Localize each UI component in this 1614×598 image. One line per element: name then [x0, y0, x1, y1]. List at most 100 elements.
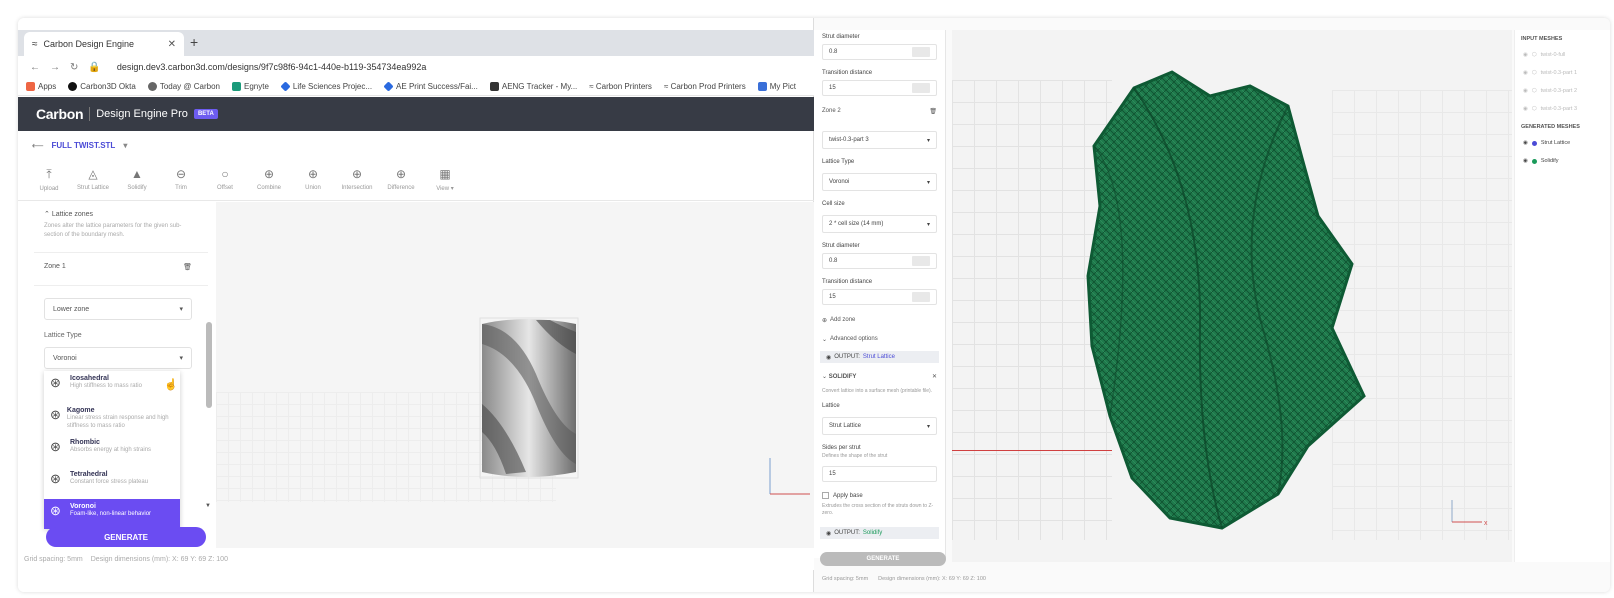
browser-tab[interactable]: ≈ Carbon Design Engine ✕ [24, 32, 184, 56]
tool-trim[interactable]: ⊖ Trim [160, 159, 202, 199]
back-icon[interactable]: ← [30, 62, 40, 73]
option-kagome[interactable]: ⊛ Kagome Linear stress strain response and… [44, 403, 180, 435]
lattice-settings-panel: ⌃ Lattice zones Zones alter the lattice … [28, 202, 214, 548]
trash-icon[interactable]: 🗑 [183, 263, 192, 271]
generated-mesh-solidify[interactable]: ◉ Solidify [1515, 152, 1610, 170]
apply-base-checkbox[interactable]: Apply base [814, 488, 945, 501]
tool-strut-lattice[interactable]: ◬ Strut Lattice [72, 159, 114, 199]
input-mesh-item[interactable]: ◉ ⬡ twist-0.3-part 3 [1515, 100, 1610, 118]
new-tab-button[interactable]: + [190, 34, 198, 50]
generated-meshes-header: GENERATED MESHES [1521, 124, 1580, 130]
mesh-icon: ⬡ [1531, 52, 1537, 58]
lattice-type-dropdown: ⊛ Icosahedral High stiffness to mass ratio… [44, 371, 180, 529]
design-dimensions: Design dimensions (mm): X: 69 Y: 69 Z: 1… [90, 555, 228, 563]
generated-mesh-strut-lattice[interactable]: ◉ Strut Lattice [1515, 134, 1610, 152]
chevron-down-icon[interactable]: ⌄ [822, 374, 829, 380]
tool-solidify[interactable]: ▲ Solidify [116, 159, 158, 199]
option-rhombic[interactable]: ⊛ Rhombic Absorbs energy at high strains [44, 435, 180, 467]
unit-toggle[interactable] [912, 83, 930, 93]
tool-union[interactable]: ⊕ Union [292, 159, 334, 199]
lattice-zones-header[interactable]: ⌃ Lattice zones [28, 202, 214, 220]
close-icon[interactable]: ✕ [932, 373, 937, 380]
output-solidify[interactable]: ◉ OUTPUT: Solidify [820, 527, 939, 539]
bookmark-egnyte[interactable]: Egnyte [231, 82, 269, 92]
input-mesh-item[interactable]: ◉ ⬡ twist-0-full [1515, 46, 1610, 64]
caret-down-icon: ▾ [926, 221, 930, 228]
zone-select[interactable]: Lower zone ▾ [44, 298, 192, 320]
status-bar: Grid spacing: 5mm Design dimensions (mm)… [18, 548, 814, 570]
bookmark-okta[interactable]: Carbon3D Okta [68, 82, 136, 92]
3d-viewport-zoomed[interactable]: x [952, 30, 1512, 562]
eye-icon[interactable]: ◉ [1523, 70, 1528, 76]
3d-viewport[interactable] [216, 202, 814, 548]
unit-toggle[interactable] [912, 292, 930, 302]
bookmarks-bar: Apps Carbon3D Okta Today @ Carbon Egnyte… [18, 78, 814, 96]
back-arrow-icon[interactable]: ⟵ [32, 141, 43, 150]
egnyte-icon [231, 82, 241, 92]
bookmark-apps[interactable]: Apps [26, 82, 56, 92]
reload-icon[interactable]: ↻ [70, 62, 78, 73]
file-name[interactable]: FULL TWIST.STL [51, 141, 115, 150]
lattice-ball-icon: ⊛ [50, 471, 61, 486]
lattice-type-select[interactable]: Voronoi ▾ [44, 347, 192, 369]
eye-icon[interactable]: ◉ [1523, 106, 1528, 112]
tool-offset[interactable]: ○ Offset [204, 159, 246, 199]
mesh-icon: ⬡ [1531, 106, 1537, 112]
bookmark-life-sciences[interactable]: Life Sciences Projec... [280, 81, 372, 92]
chevron-down-icon[interactable]: ▾ [123, 141, 127, 150]
status-bar-zoomed: Grid spacing: 5mm Design dimensions (mm)… [814, 572, 1610, 586]
divider [34, 285, 208, 286]
advanced-options-toggle[interactable]: ⌄ Advanced options [814, 330, 945, 349]
option-tetrahedral[interactable]: ⊛ Tetrahedral Constant force stress platea… [44, 467, 180, 499]
bookmark-aeng-tracker[interactable]: AENG Tracker - My... [489, 82, 577, 92]
transition-distance-input[interactable]: 15 [822, 289, 937, 305]
tab-close-icon[interactable]: ✕ [168, 39, 176, 50]
eye-icon[interactable]: ◉ [1523, 140, 1528, 146]
transition-distance-input[interactable]: 15 [822, 80, 937, 96]
settings-panel: Strut diameter 0.8 Transition distance 1… [814, 30, 946, 558]
output-strut-lattice[interactable]: ◉ OUTPUT: Strut Lattice [820, 351, 939, 363]
bookmark-carbon-prod-printers[interactable]: ≈ Carbon Prod Printers [664, 82, 746, 91]
cell-size-select[interactable]: 2 * cell size (14 mm) ▾ [822, 215, 937, 233]
generate-button-disabled[interactable]: GENERATE [820, 552, 946, 566]
tool-upload[interactable]: ⤒ Upload [28, 159, 70, 199]
apply-base-description: Extrudes the cross section of the struts… [822, 503, 934, 516]
bookmark-ae-print[interactable]: AE Print Success/Fai... [383, 81, 478, 92]
tool-view[interactable]: ▦ View ▾ [424, 159, 466, 199]
carbon-logo[interactable]: Carbon [36, 106, 84, 122]
bookmark-today[interactable]: Today @ Carbon [147, 82, 220, 92]
option-icosahedral[interactable]: ⊛ Icosahedral High stiffness to mass ratio [44, 371, 180, 403]
lattice-type-label: Lattice Type [44, 332, 82, 339]
eye-icon[interactable]: ◉ [1523, 52, 1528, 58]
generate-button[interactable]: GENERATE [46, 527, 206, 547]
input-mesh-item[interactable]: ◉ ⬡ twist-0.3-part 1 [1515, 64, 1610, 82]
tool-intersection[interactable]: ⊕ Intersection [336, 159, 378, 199]
bookmark-my-pict[interactable]: My Pict [757, 82, 796, 92]
panel-scrollbar[interactable] [206, 322, 212, 408]
add-zone-button[interactable]: ⊕ Add zone [814, 311, 945, 330]
input-mesh-item[interactable]: ◉ ⬡ twist-0.3-part 2 [1515, 82, 1610, 100]
option-voronoi[interactable]: ⊛ Voronoi Foam-like, non-linear behavior [44, 499, 180, 529]
tab-title: Carbon Design Engine [43, 39, 135, 49]
lattice-type-select[interactable]: Voronoi ▾ [822, 173, 937, 191]
transition-distance-label: Transition distance [822, 70, 873, 76]
bookmark-carbon-printers[interactable]: ≈ Carbon Printers [589, 82, 652, 91]
scroll-down-arrow-icon[interactable]: ▼ [205, 503, 211, 509]
eye-icon[interactable]: ◉ [1523, 158, 1528, 164]
forward-icon[interactable]: → [50, 62, 60, 73]
tool-combine[interactable]: ⊕ Combine [248, 159, 290, 199]
eye-icon[interactable]: ◉ [1523, 88, 1528, 94]
zone-2-header: Zone 2 🗑 [822, 108, 937, 115]
zone-2-select[interactable]: twist-0.3-part 3 ▾ [822, 131, 937, 149]
strut-diameter-input[interactable]: 0.8 [822, 44, 937, 60]
url-field[interactable]: design.dev3.carbon3d.com/designs/9f7c98f… [117, 62, 427, 72]
lattice-select[interactable]: Strut Lattice ▾ [822, 417, 937, 435]
unit-toggle[interactable] [912, 256, 930, 266]
strut-diameter-input[interactable]: 0.8 [822, 253, 937, 269]
lattice-ball-icon: ⊛ [50, 375, 61, 390]
sides-per-strut-input[interactable]: 15 [822, 466, 937, 482]
unit-toggle[interactable] [912, 47, 930, 57]
photos-icon [757, 82, 767, 92]
trash-icon[interactable]: 🗑 [929, 108, 937, 115]
tool-difference[interactable]: ⊕ Difference [380, 159, 422, 199]
